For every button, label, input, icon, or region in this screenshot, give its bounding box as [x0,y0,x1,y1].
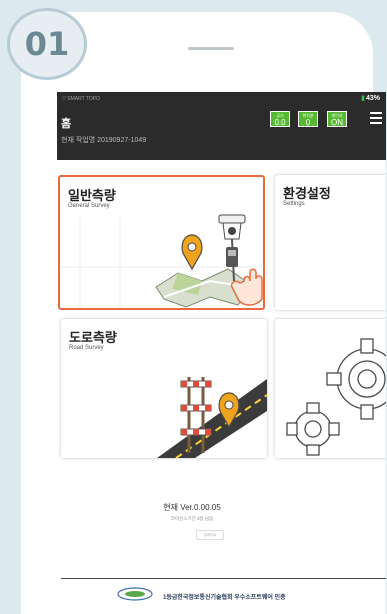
current-work-name: 현재 작업명 20190927-1049 [61,137,147,144]
page-title: 홈 [61,118,72,130]
app-header: 홈 현재 작업명 20190927-1049 공기 0.0 위치분 0 레이저 … [57,106,386,160]
hamburger-menu-icon[interactable] [370,112,382,124]
settings-subtitle: Settings [283,201,305,207]
settings-card[interactable]: 환경설정 Settings [275,175,386,310]
license-remaining: 라이선스기간 3일 남음 [170,516,214,521]
gear-icon [286,338,386,456]
battery-indicator: ▮43% [361,94,380,102]
chip-value: 0.0 [274,118,286,127]
settings-gear-card[interactable] [275,319,386,458]
settings-title: 환경설정 [283,186,331,201]
update-button[interactable]: 업데이트 [196,530,224,540]
chip-value: 0 [305,118,311,127]
footer-divider [61,578,386,579]
app-version: 현재 Ver.0.00.05 [163,503,221,512]
status-bar: ▽ SMART TOPO ▮43% [57,92,386,106]
phone-speaker [188,47,234,50]
status-chip-air[interactable]: 공기 0.0 [270,111,290,127]
certification-text: 1등급한국정보통신기술협회 우수소프트웨어 인증 [163,595,286,601]
step-badge: 01 [7,8,87,80]
status-chip-position[interactable]: 위치분 0 [298,111,318,127]
chip-value: ON [331,118,343,127]
battery-icon: ▮ [361,95,365,102]
general-survey-card[interactable]: 일반측량 General Survey [58,175,265,310]
app-screen: ▽ SMART TOPO ▮43% 홈 현재 작업명 20190927-1049… [57,92,386,614]
status-brand: ▽ SMART TOPO [62,96,100,102]
general-survey-illustration [60,214,263,308]
road-survey-illustration [157,377,267,458]
battery-level: 43% [365,95,380,102]
status-brand-label: SMART TOPO [67,96,100,102]
status-chip-laser[interactable]: 레이저 ON [327,111,347,127]
certification-logo [117,587,153,601]
road-survey-card[interactable]: 도로측량 Road Survey [61,319,267,458]
